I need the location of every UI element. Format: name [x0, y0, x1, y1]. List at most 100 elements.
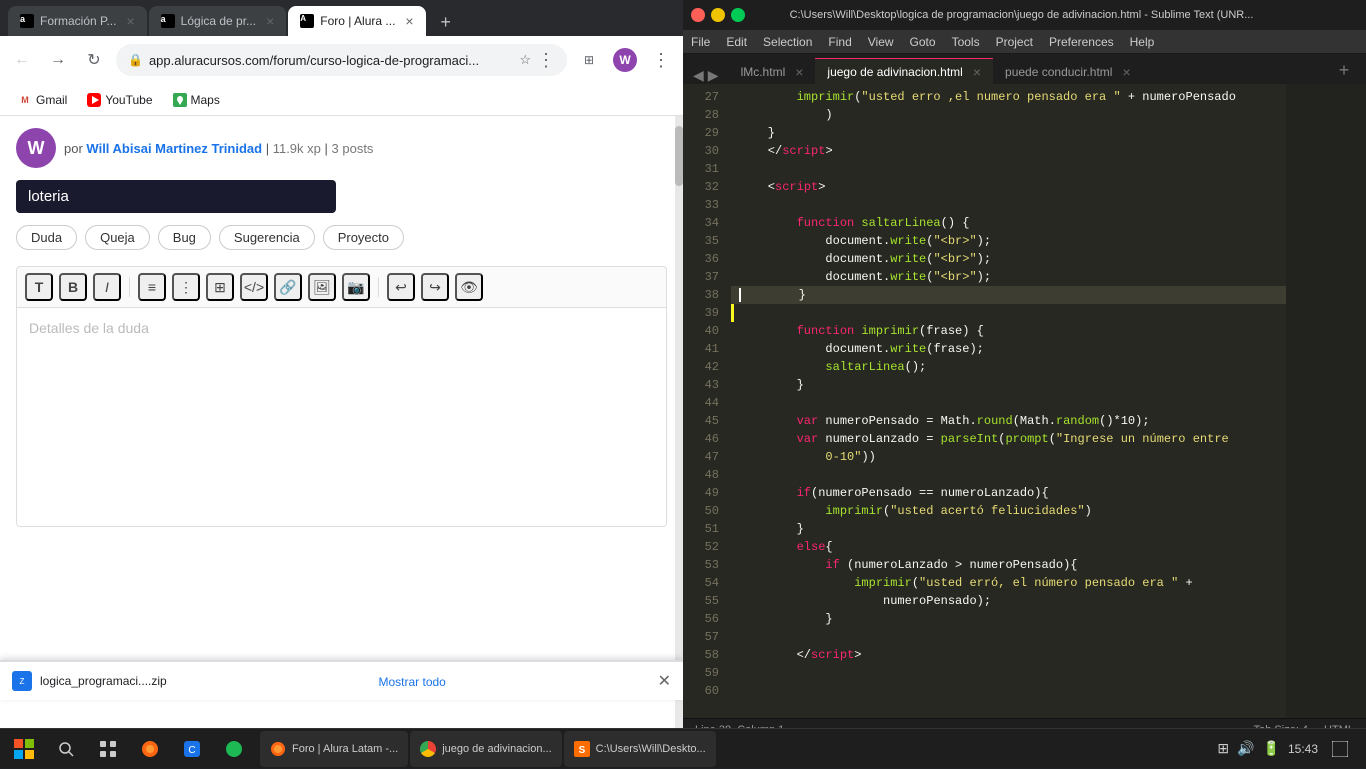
tab-close-3[interactable]: × [405, 13, 413, 29]
tray-network-icon[interactable]: ⊞ [1217, 740, 1229, 757]
code-token-53-2: (numeroLanzado > numeroPensado){ [840, 558, 1078, 572]
browser-options-button[interactable]: ⋮ [647, 46, 675, 74]
taskbar-app-firefox[interactable]: Foro | Alura Latam -... [260, 731, 408, 767]
tray-battery-icon[interactable]: 🔋 [1263, 740, 1280, 757]
toolbar-code-btn[interactable]: </> [240, 273, 268, 301]
code-line-50: imprimir("usted acertó feliucidades") [731, 502, 1286, 520]
toolbar-image-btn[interactable]: 🖼 [308, 273, 336, 301]
browser-tab-2[interactable]: a Lógica de pr... × [149, 6, 287, 36]
editor-tab-2-close[interactable]: × [973, 64, 981, 80]
address-bar[interactable]: 🔒 app.aluracursos.com/forum/curso-logica… [116, 44, 567, 76]
editor-titlebar: C:\Users\Will\Desktop\logica de programa… [683, 0, 1366, 30]
toolbar-redo-btn[interactable]: ↪ [421, 273, 449, 301]
bookmark-star-icon[interactable]: ☆ [519, 52, 531, 68]
editor-tab-2[interactable]: juego de adivinacion.html × [815, 58, 993, 84]
menu-edit[interactable]: Edit [726, 35, 747, 49]
toolbar-preview-btn[interactable]: 👁 [455, 273, 483, 301]
show-all-downloads[interactable]: Mostrar todo [175, 674, 650, 689]
bookmark-gmail[interactable]: M Gmail [12, 91, 73, 109]
code-token-53-0 [739, 558, 825, 572]
tag-bug[interactable]: Bug [158, 225, 211, 250]
reload-button[interactable]: ↻ [80, 46, 108, 74]
system-time[interactable]: 15:43 [1288, 742, 1318, 756]
tag-proyecto[interactable]: Proyecto [323, 225, 404, 250]
tab-prev-arrow[interactable]: ◀ [691, 67, 706, 84]
editor-tab-1-close[interactable]: × [795, 64, 803, 80]
scrollbar-thumb [675, 126, 683, 186]
code-token-46-8: ( [1049, 432, 1056, 446]
tag-sugerencia[interactable]: Sugerencia [219, 225, 315, 250]
code-content[interactable]: imprimir("usted erro ,el numero pensado … [731, 84, 1286, 718]
extensions-button[interactable]: ⊞ [575, 46, 603, 74]
new-tab-button[interactable]: + [432, 8, 460, 36]
line-num-27: 27 [683, 88, 719, 106]
toolbar-undo-btn[interactable]: ↩ [387, 273, 415, 301]
user-name-link[interactable]: Will Abisai Martinez Trinidad [86, 141, 262, 156]
bookmark-maps[interactable]: Maps [167, 91, 226, 109]
menu-view[interactable]: View [868, 35, 894, 49]
line-num-49: 49 [683, 484, 719, 502]
window-minimize-btn[interactable] [711, 8, 725, 22]
menu-file[interactable]: File [691, 35, 710, 49]
back-button[interactable]: ← [8, 46, 36, 74]
taskbar-app-chrome[interactable]: juego de adivinacion... [410, 731, 561, 767]
toolbar-image2-btn[interactable]: 📷 [342, 273, 370, 301]
forward-button[interactable]: → [44, 46, 72, 74]
start-button[interactable] [4, 729, 44, 769]
new-editor-tab-button[interactable]: + [1330, 56, 1358, 84]
editor-text-area[interactable]: Detalles de la duda [16, 307, 667, 527]
search-taskbar-icon[interactable] [46, 729, 86, 769]
code-token-40-4: (frase) { [919, 324, 984, 338]
toolbar-bold-btn[interactable]: B [59, 273, 87, 301]
menu-find[interactable]: Find [828, 35, 851, 49]
maps-favicon [173, 93, 187, 107]
browser-tab-3[interactable]: A Foro | Alura ... × [288, 6, 425, 36]
toolbar-text-btn[interactable]: T [25, 273, 53, 301]
taskbar-app-firefox-icon [270, 741, 286, 757]
code-token-35-3: write [890, 234, 926, 248]
profile-button[interactable]: W [611, 46, 639, 74]
menu-help[interactable]: Help [1130, 35, 1155, 49]
menu-tools[interactable]: Tools [952, 35, 980, 49]
browser-tab-1[interactable]: a Formación P... × [8, 6, 147, 36]
menu-project[interactable]: Project [996, 35, 1033, 49]
toolbar-list-btn[interactable]: ⋮ [172, 273, 200, 301]
firefox-pinned-icon[interactable] [130, 729, 170, 769]
task-view-icon[interactable] [88, 729, 128, 769]
bookmark-youtube[interactable]: YouTube [81, 91, 158, 109]
user-row: W por Will Abisai Martinez Trinidad | 11… [16, 128, 667, 168]
menu-selection[interactable]: Selection [763, 35, 812, 49]
code-line-48 [731, 466, 1286, 484]
tab-close-1[interactable]: × [126, 13, 134, 29]
toolbar-table-btn[interactable]: ⊞ [206, 273, 234, 301]
code-token-50-3: "usted acertó feliucidades" [890, 504, 1084, 518]
tag-queja[interactable]: Queja [85, 225, 150, 250]
extra-icon-1[interactable]: C [172, 729, 212, 769]
notification-icon[interactable] [1326, 735, 1354, 763]
tag-duda[interactable]: Duda [16, 225, 77, 250]
editor-tab-3-close[interactable]: × [1122, 64, 1130, 80]
editor-tab-3[interactable]: puede conducir.html × [993, 58, 1143, 84]
code-token-45-10: . [1049, 414, 1056, 428]
tab-next-arrow[interactable]: ▶ [706, 67, 721, 84]
tray-volume-icon[interactable]: 🔊 [1237, 740, 1254, 757]
browser-menu-icon[interactable]: ⋮ [537, 50, 555, 71]
toolbar-link-btn[interactable]: 🔗 [274, 273, 302, 301]
code-token-45-3: numeroPensado [825, 414, 919, 428]
user-prefix: por [64, 141, 83, 156]
code-line-60 [731, 682, 1286, 700]
tab-close-2[interactable]: × [266, 13, 274, 29]
editor-tab-1[interactable]: lMc.html × [729, 58, 816, 84]
window-maximize-btn[interactable] [731, 8, 745, 22]
page-scrollbar[interactable] [675, 116, 683, 740]
code-token-40-1: function [797, 324, 855, 338]
download-close-btn[interactable]: ✕ [658, 671, 671, 691]
taskbar-app-sublime[interactable]: S C:\Users\Will\Deskto... [564, 731, 716, 767]
menu-goto[interactable]: Goto [910, 35, 936, 49]
code-token-58-0: </ [739, 648, 811, 662]
toolbar-italic-btn[interactable]: I [93, 273, 121, 301]
menu-preferences[interactable]: Preferences [1049, 35, 1114, 49]
window-close-btn[interactable] [691, 8, 705, 22]
extra-icon-2[interactable] [214, 729, 254, 769]
toolbar-align-btn[interactable]: ≡ [138, 273, 166, 301]
